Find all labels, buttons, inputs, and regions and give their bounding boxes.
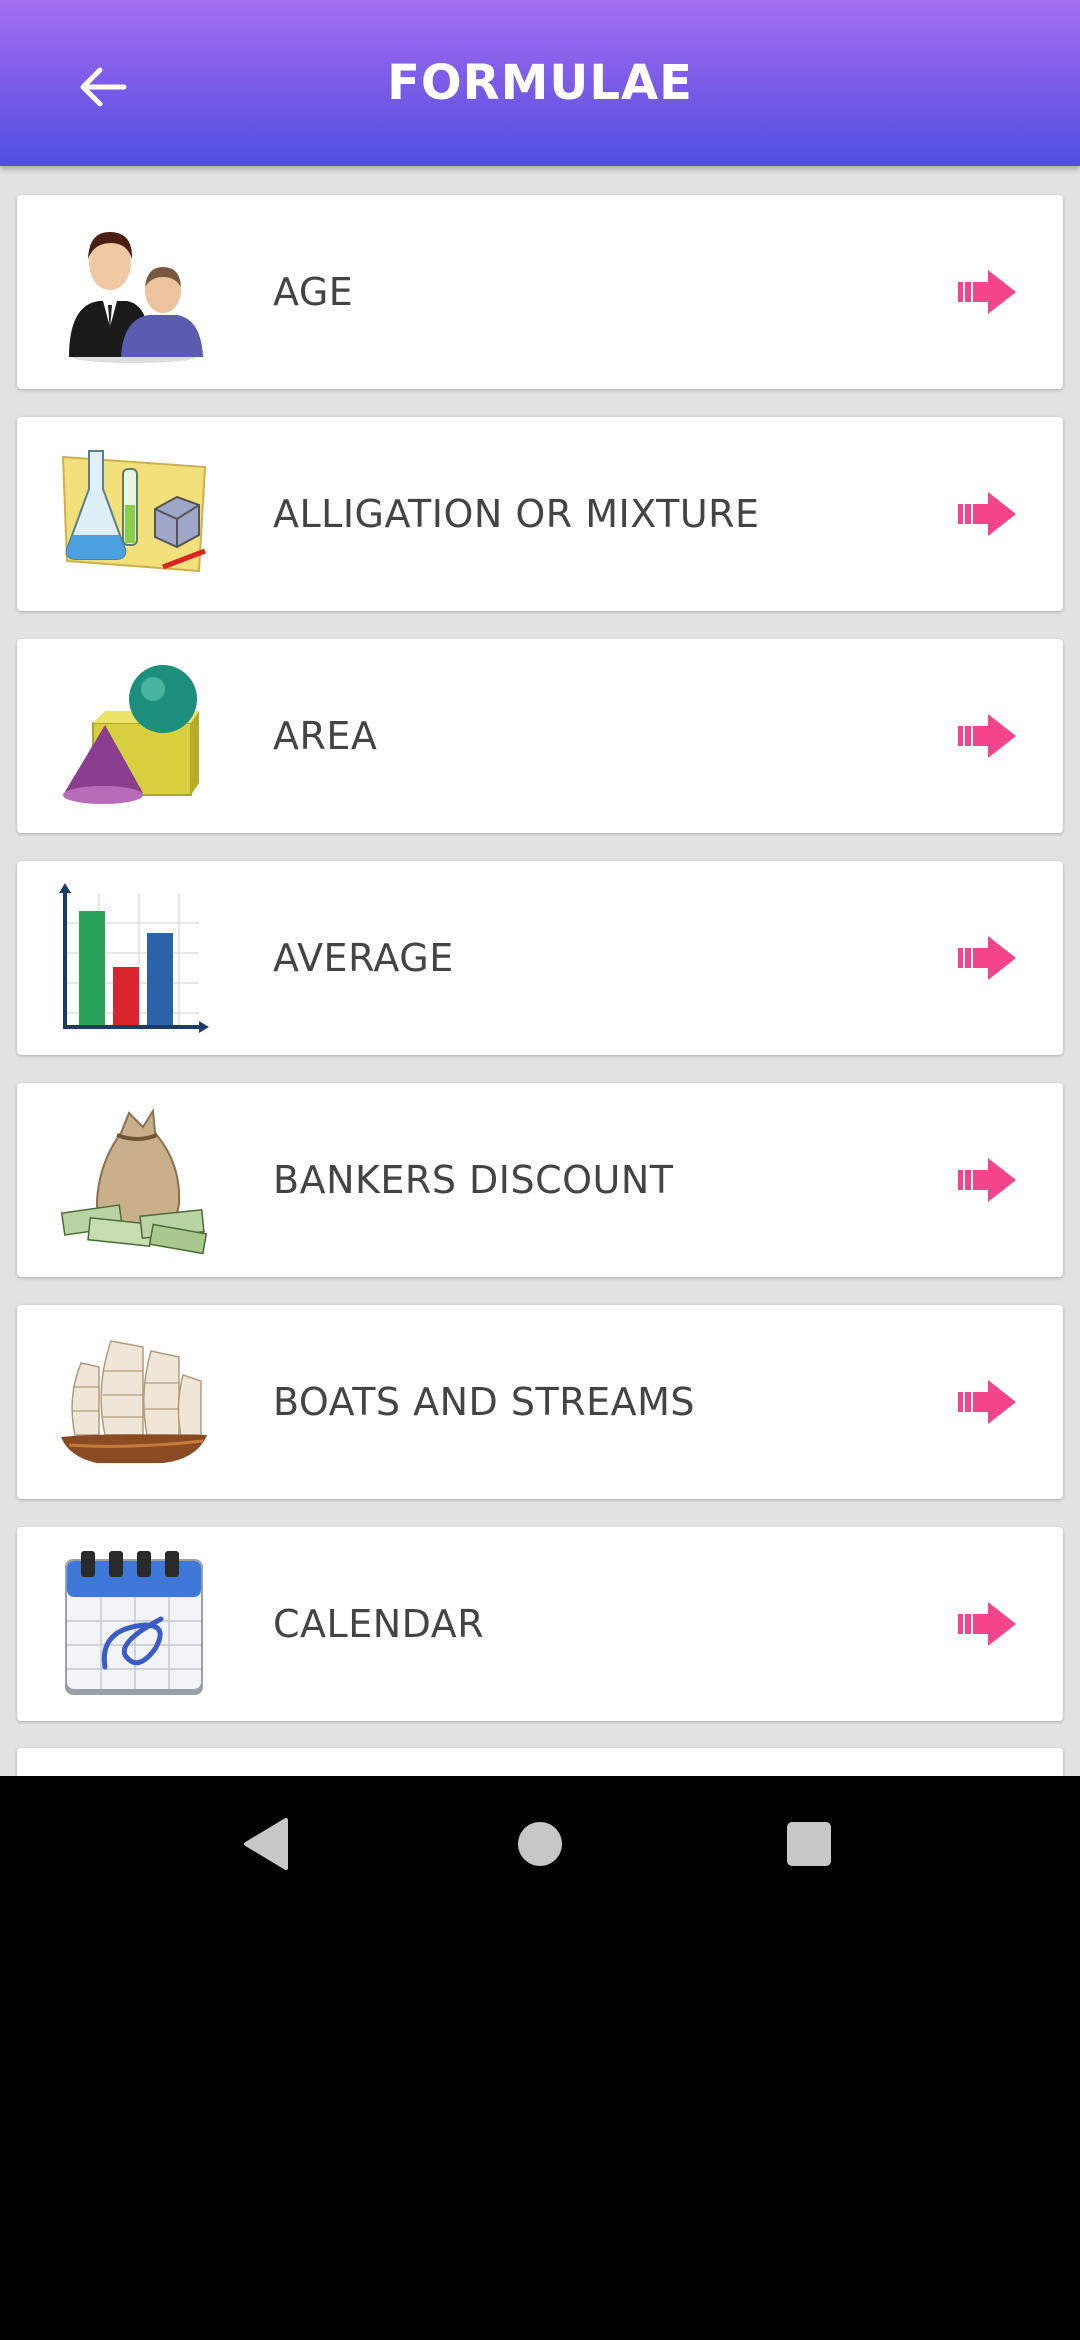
- topic-card-age[interactable]: AGE: [17, 195, 1063, 389]
- topic-label: CALENDAR: [273, 1602, 485, 1646]
- bar-chart-icon: [59, 883, 209, 1033]
- topic-card-bankers-discount[interactable]: BANKERS DISCOUNT: [17, 1083, 1063, 1277]
- topic-card-partial[interactable]: [17, 1748, 1063, 1776]
- nav-home-icon[interactable]: [516, 1820, 564, 1868]
- sailboat-icon: [59, 1327, 209, 1477]
- back-button[interactable]: [60, 45, 144, 129]
- topic-card-boats-and-streams[interactable]: BOATS AND STREAMS: [17, 1305, 1063, 1499]
- topic-card-average[interactable]: AVERAGE: [17, 861, 1063, 1055]
- nav-recents-icon[interactable]: [785, 1820, 833, 1868]
- topic-label: BOATS AND STREAMS: [273, 1380, 696, 1424]
- arrow-right-icon: [958, 270, 1016, 314]
- topic-list[interactable]: AGE ALLIGATION OR MIXTURE AREA AVERAGE B…: [17, 195, 1063, 1749]
- arrow-right-icon: [958, 714, 1016, 758]
- arrow-right-icon: [958, 1602, 1016, 1646]
- app-screen: FORMULAE AGE ALLIGATION OR MIXTURE AREA …: [0, 0, 1080, 1776]
- topic-card-calendar[interactable]: CALENDAR: [17, 1527, 1063, 1721]
- topic-card-area[interactable]: AREA: [17, 639, 1063, 833]
- arrow-right-icon: [958, 936, 1016, 980]
- topic-label: ALLIGATION OR MIXTURE: [273, 492, 760, 536]
- topic-label: BANKERS DISCOUNT: [273, 1158, 674, 1202]
- nav-back-icon[interactable]: [240, 1816, 292, 1872]
- topic-label: AGE: [273, 270, 354, 314]
- arrow-right-icon: [958, 492, 1016, 536]
- app-bar: FORMULAE: [0, 0, 1080, 166]
- people-icon: [59, 217, 209, 367]
- lab-flasks-icon: [59, 439, 209, 589]
- arrow-left-icon: [80, 67, 127, 107]
- arrow-right-icon: [958, 1380, 1016, 1424]
- geometric-shapes-icon: [59, 661, 209, 811]
- topic-card-alligation[interactable]: ALLIGATION OR MIXTURE: [17, 417, 1063, 611]
- page-title: FORMULAE: [387, 55, 693, 111]
- system-navigation-bar: [0, 1776, 1080, 1916]
- topic-label: AVERAGE: [273, 936, 454, 980]
- calendar-icon: [59, 1549, 209, 1699]
- topic-label: AREA: [273, 714, 378, 758]
- money-bag-icon: [59, 1105, 209, 1255]
- arrow-right-icon: [958, 1158, 1016, 1202]
